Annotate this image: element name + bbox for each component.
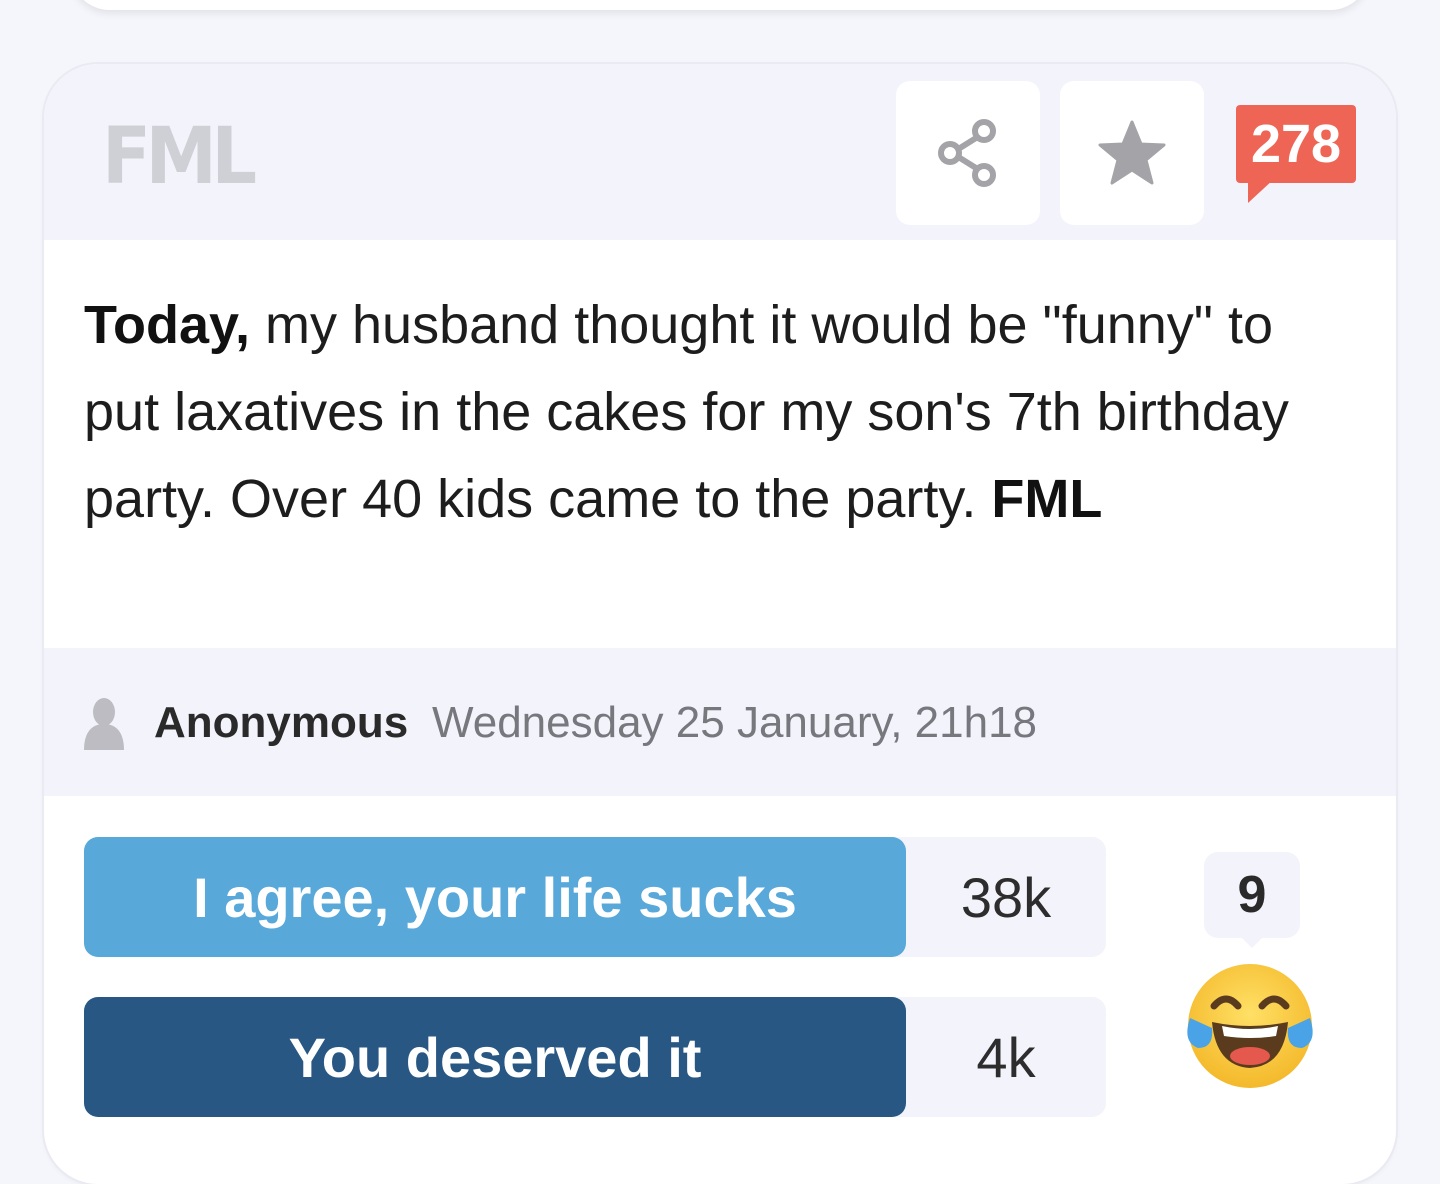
- deserved-button[interactable]: You deserved it: [84, 997, 906, 1117]
- author-name[interactable]: Anonymous: [154, 698, 408, 748]
- badge-tail: [1248, 179, 1274, 203]
- star-icon: [1098, 120, 1166, 185]
- reaction-count: 9: [1204, 852, 1300, 948]
- story-body: my husband thought it would be "funny" t…: [84, 295, 1289, 529]
- share-icon: [938, 119, 996, 187]
- post-date: Wednesday 25 January, 21h18: [432, 698, 1038, 747]
- vote-row-deserved: You deserved it 4k: [84, 997, 1106, 1117]
- tears-of-joy-emoji-icon[interactable]: [1184, 962, 1316, 1094]
- reaction-count-tail: [1240, 936, 1264, 948]
- user-silhouette-icon: [84, 698, 124, 750]
- vote-row-agree: I agree, your life sucks 38k: [84, 837, 1106, 957]
- card-header: FML 278: [44, 64, 1396, 240]
- comment-count-badge[interactable]: 278: [1236, 105, 1356, 203]
- deserved-count: 4k: [976, 1025, 1036, 1089]
- agree-button[interactable]: I agree, your life sucks: [84, 837, 906, 957]
- fml-logo: FML: [102, 112, 257, 202]
- story-meta: Anonymous Wednesday 25 January, 21h18: [44, 648, 1396, 796]
- favorite-button[interactable]: [1060, 81, 1204, 225]
- previous-card-edge: [70, 0, 1370, 10]
- reaction-count-value: 9: [1237, 866, 1267, 924]
- comment-count: 278: [1236, 105, 1356, 183]
- agree-count: 38k: [960, 865, 1052, 929]
- story-card: FML 278 Today, my husband thought it wou…: [44, 64, 1396, 1184]
- story-lead: Today,: [84, 295, 251, 355]
- share-button[interactable]: [896, 81, 1040, 225]
- story-tail: FML: [991, 469, 1103, 529]
- story-text: Today, my husband thought it would be "f…: [84, 282, 1304, 543]
